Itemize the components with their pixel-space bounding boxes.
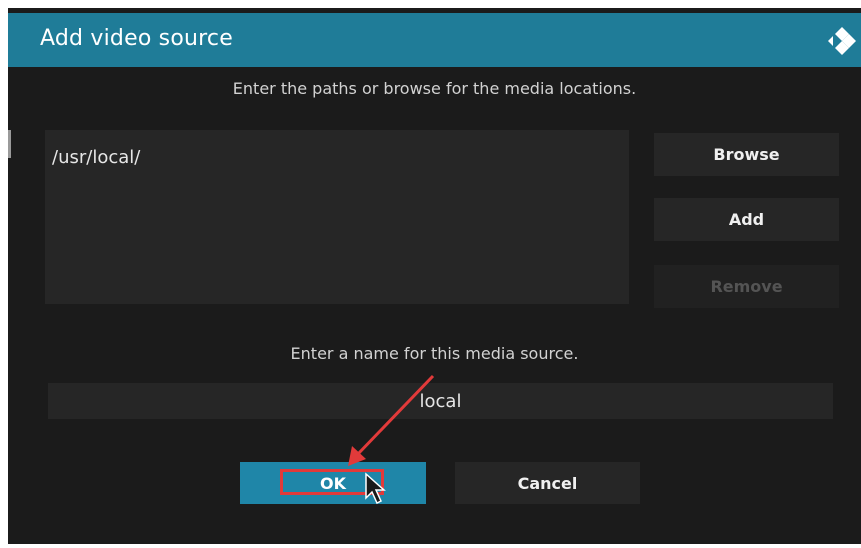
name-instruction: Enter a name for this media source. bbox=[290, 344, 579, 363]
remove-button[interactable]: Remove bbox=[654, 265, 839, 308]
kodi-logo-icon bbox=[828, 27, 856, 55]
add-button[interactable]: Add bbox=[654, 198, 839, 241]
dialog-titlebar: Add video source bbox=[8, 13, 861, 67]
path-list-item[interactable]: /usr/local/ bbox=[52, 147, 140, 168]
source-name-input[interactable]: local bbox=[48, 383, 833, 419]
paths-instruction: Enter the paths or browse for the media … bbox=[232, 79, 637, 98]
side-scroll-tab bbox=[8, 130, 11, 158]
cancel-button[interactable]: Cancel bbox=[455, 462, 640, 504]
dialog-title: Add video source bbox=[40, 26, 233, 51]
browse-button[interactable]: Browse bbox=[654, 133, 839, 176]
add-video-source-dialog: Add video source Enter the paths or brow… bbox=[8, 8, 861, 544]
ok-button[interactable]: OK bbox=[240, 462, 426, 504]
ok-highlight-box bbox=[280, 469, 384, 495]
path-list[interactable]: /usr/local/ bbox=[45, 130, 629, 304]
